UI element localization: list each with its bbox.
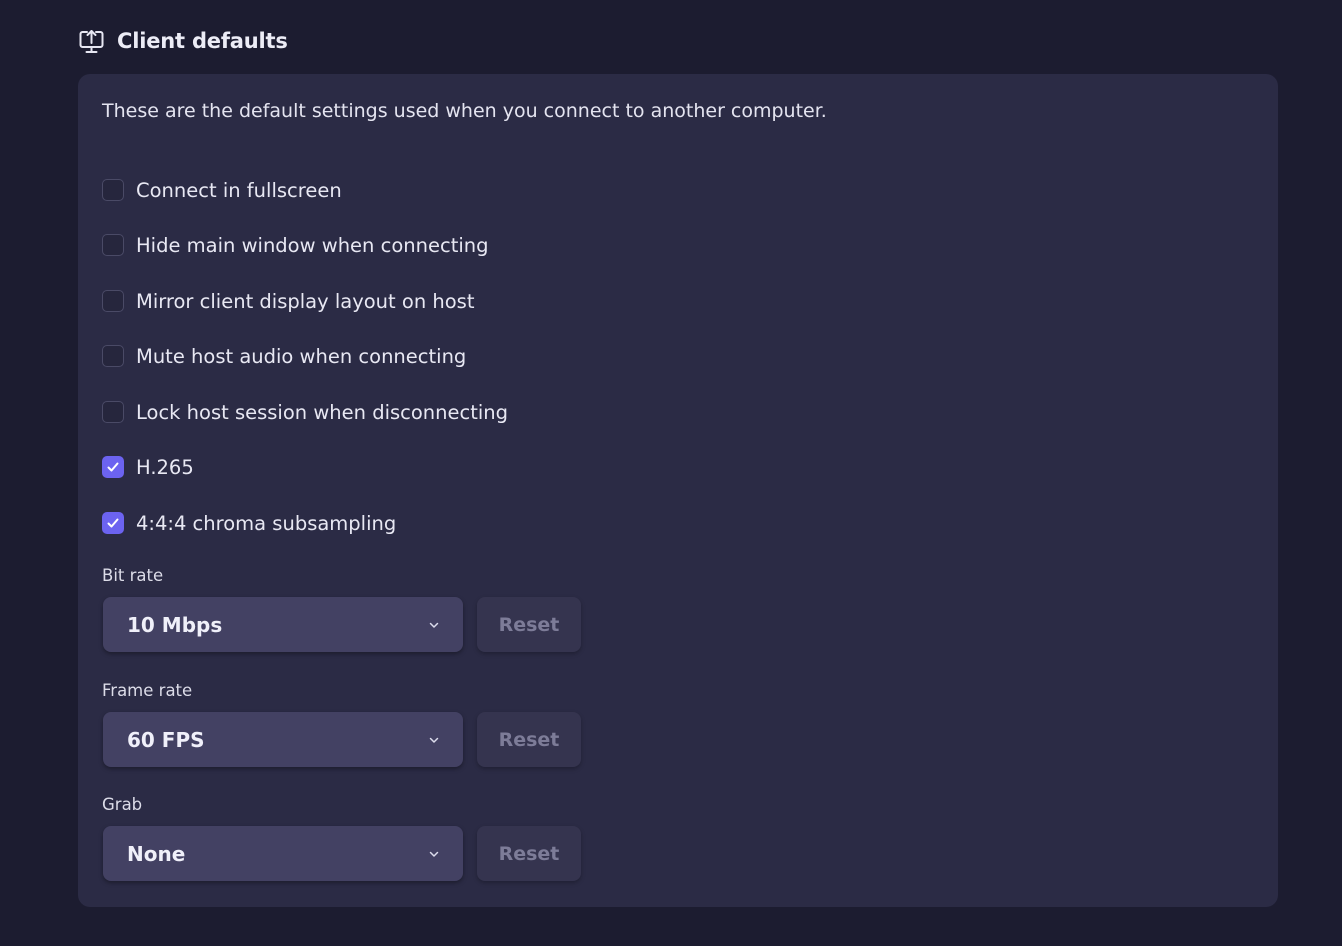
bitrate-select[interactable]: 10 Mbps xyxy=(103,597,463,652)
checkbox[interactable] xyxy=(102,401,124,423)
section-header: Client defaults xyxy=(78,26,288,56)
checkbox-checked[interactable] xyxy=(102,456,124,478)
chevron-down-icon xyxy=(427,618,441,632)
checkbox-row-chroma-444[interactable]: 4:4:4 chroma subsampling xyxy=(102,510,396,536)
checkbox[interactable] xyxy=(102,290,124,312)
checkbox-label: Hide main window when connecting xyxy=(136,233,489,257)
checkbox-label: 4:4:4 chroma subsampling xyxy=(136,511,397,535)
framerate-select[interactable]: 60 FPS xyxy=(103,712,463,767)
checkmark-icon xyxy=(107,518,119,528)
checkbox-row-hide-main-window[interactable]: Hide main window when connecting xyxy=(102,232,489,258)
checkbox[interactable] xyxy=(102,179,124,201)
checkbox-row-h265[interactable]: H.265 xyxy=(102,454,194,480)
checkbox-row-mirror-layout[interactable]: Mirror client display layout on host xyxy=(102,288,474,314)
grab-select[interactable]: None xyxy=(103,826,463,881)
bitrate-label: Bit rate xyxy=(102,566,164,585)
checkbox-label: Lock host session when disconnecting xyxy=(136,400,509,424)
monitor-upload-icon xyxy=(78,28,105,55)
checkbox-label: H.265 xyxy=(136,455,194,479)
bitrate-reset-button[interactable]: Reset xyxy=(477,597,581,652)
framerate-label: Frame rate xyxy=(102,681,193,700)
checkbox[interactable] xyxy=(102,345,124,367)
section-title: Client defaults xyxy=(117,29,288,53)
checkbox-label: Mute host audio when connecting xyxy=(136,344,467,368)
framerate-value: 60 FPS xyxy=(127,727,205,752)
settings-card: These are the default settings used when… xyxy=(78,74,1278,907)
checkbox-row-mute-host-audio[interactable]: Mute host audio when connecting xyxy=(102,343,466,369)
checkbox-row-connect-fullscreen[interactable]: Connect in fullscreen xyxy=(102,177,342,203)
framerate-reset-button[interactable]: Reset xyxy=(477,712,581,767)
checkbox-checked[interactable] xyxy=(102,512,124,534)
settings-description: These are the default settings used when… xyxy=(102,100,827,122)
checkmark-icon xyxy=(107,462,119,472)
chevron-down-icon xyxy=(427,733,441,747)
checkbox-row-lock-host-session[interactable]: Lock host session when disconnecting xyxy=(102,399,508,425)
settings-page: Client defaults These are the default se… xyxy=(0,0,1342,946)
grab-label: Grab xyxy=(102,795,143,814)
checkbox-label: Connect in fullscreen xyxy=(136,178,342,202)
chevron-down-icon xyxy=(427,847,441,861)
bitrate-value: 10 Mbps xyxy=(127,612,223,637)
grab-value: None xyxy=(127,841,186,866)
checkbox[interactable] xyxy=(102,234,124,256)
checkbox-label: Mirror client display layout on host xyxy=(136,289,475,313)
grab-reset-button[interactable]: Reset xyxy=(477,826,581,881)
